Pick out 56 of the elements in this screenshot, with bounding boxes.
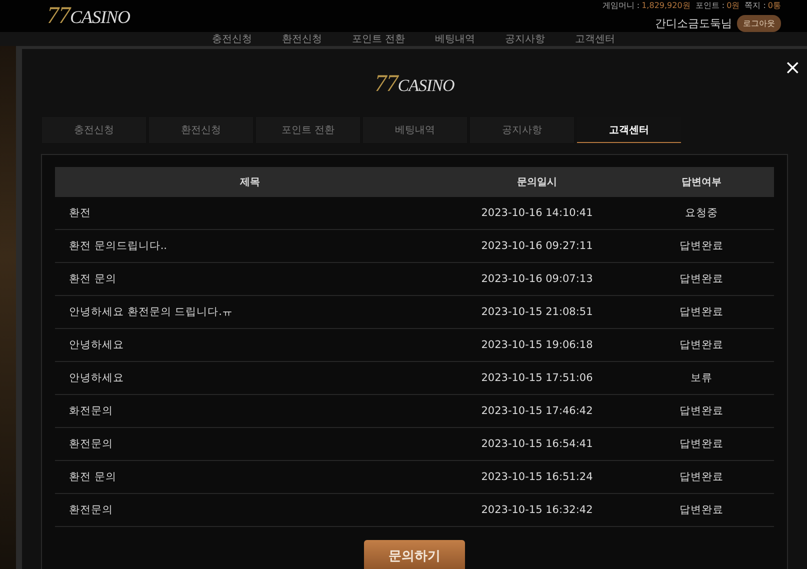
table-cell: 2023-10-16 09:27:11 [445,230,629,262]
table-cell: 답변완료 [629,460,774,494]
table-cell: 안녕하세요 환전문의 드립니다.ㅠ [55,296,445,328]
table-cell: 환전문의 [55,428,445,460]
table-cell: 환전문의 [55,494,445,526]
tab[interactable]: 베팅내역 [363,117,467,143]
table-cell: 답변완료 [629,428,774,460]
table-cell: 화전문의 [55,394,445,428]
tab[interactable]: 공지사항 [470,117,574,143]
inquiry-button[interactable]: 문의하기 [364,540,465,569]
tab[interactable]: 충전신청 [42,117,146,143]
table-cell: 답변완료 [629,230,774,262]
table-cell: 답변완료 [629,262,774,296]
account-value: 0원 [726,0,740,11]
table-cell: 안녕하세요 [55,362,445,394]
user-name: 간디소금도둑님 [655,16,732,31]
nav-link[interactable]: 베팅내역 [435,34,476,46]
table-cell: 요청중 [629,197,774,230]
table-cell: 환전 [55,197,445,230]
tab[interactable]: 환전신청 [149,117,253,143]
table-cell: 환전 문의드립니다.. [55,230,445,262]
table-cell: 2023-10-15 16:54:41 [445,428,629,460]
table-cell: 답변완료 [629,394,774,428]
table-cell: 답변완료 [629,296,774,328]
account-label: 포인트 : [695,0,725,11]
account-value: 0통 [768,0,781,11]
close-button[interactable]: × [784,57,801,77]
nav-link[interactable]: 환전신청 [282,34,322,46]
casino-logo: 77CASINO [374,71,454,97]
account-label: 쪽지 : [744,0,766,11]
nav-link[interactable]: 공지사항 [505,34,546,46]
casino-logo[interactable]: 77CASINO [47,2,130,30]
nav-link[interactable]: 포인트 전환 [352,34,406,46]
table-cell: 2023-10-16 09:07:13 [445,262,629,296]
table-cell: 안녕하세요 [55,328,445,362]
table-cell: 2023-10-15 17:51:06 [445,362,629,394]
table-cell: 환전 문의 [55,262,445,296]
table-cell: 2023-10-16 14:10:41 [445,197,629,230]
table-cell: 2023-10-15 17:46:42 [445,394,629,428]
tab[interactable]: 포인트 전환 [256,117,360,143]
table-cell: 환전 문의 [55,460,445,494]
table-cell: 답변완료 [629,494,774,526]
table-cell: 2023-10-15 19:06:18 [445,328,629,362]
table-cell: 2023-10-15 16:32:42 [445,494,629,526]
nav-link[interactable]: 고객센터 [575,34,616,46]
table-cell: 답변완료 [629,328,774,362]
column-header: 제목 [55,167,445,197]
table-cell: 보류 [629,362,774,394]
table-cell: 2023-10-15 21:08:51 [445,296,629,328]
account-label: 게임머니 : [602,0,640,11]
account-value: 1,829,920원 [642,0,690,11]
table-cell: 2023-10-15 16:51:24 [445,460,629,494]
logout-button[interactable]: 로그아웃 [737,15,781,32]
column-header: 답변여부 [629,167,774,197]
nav-link[interactable]: 충전신청 [212,34,252,46]
column-header: 문의일시 [445,167,629,197]
